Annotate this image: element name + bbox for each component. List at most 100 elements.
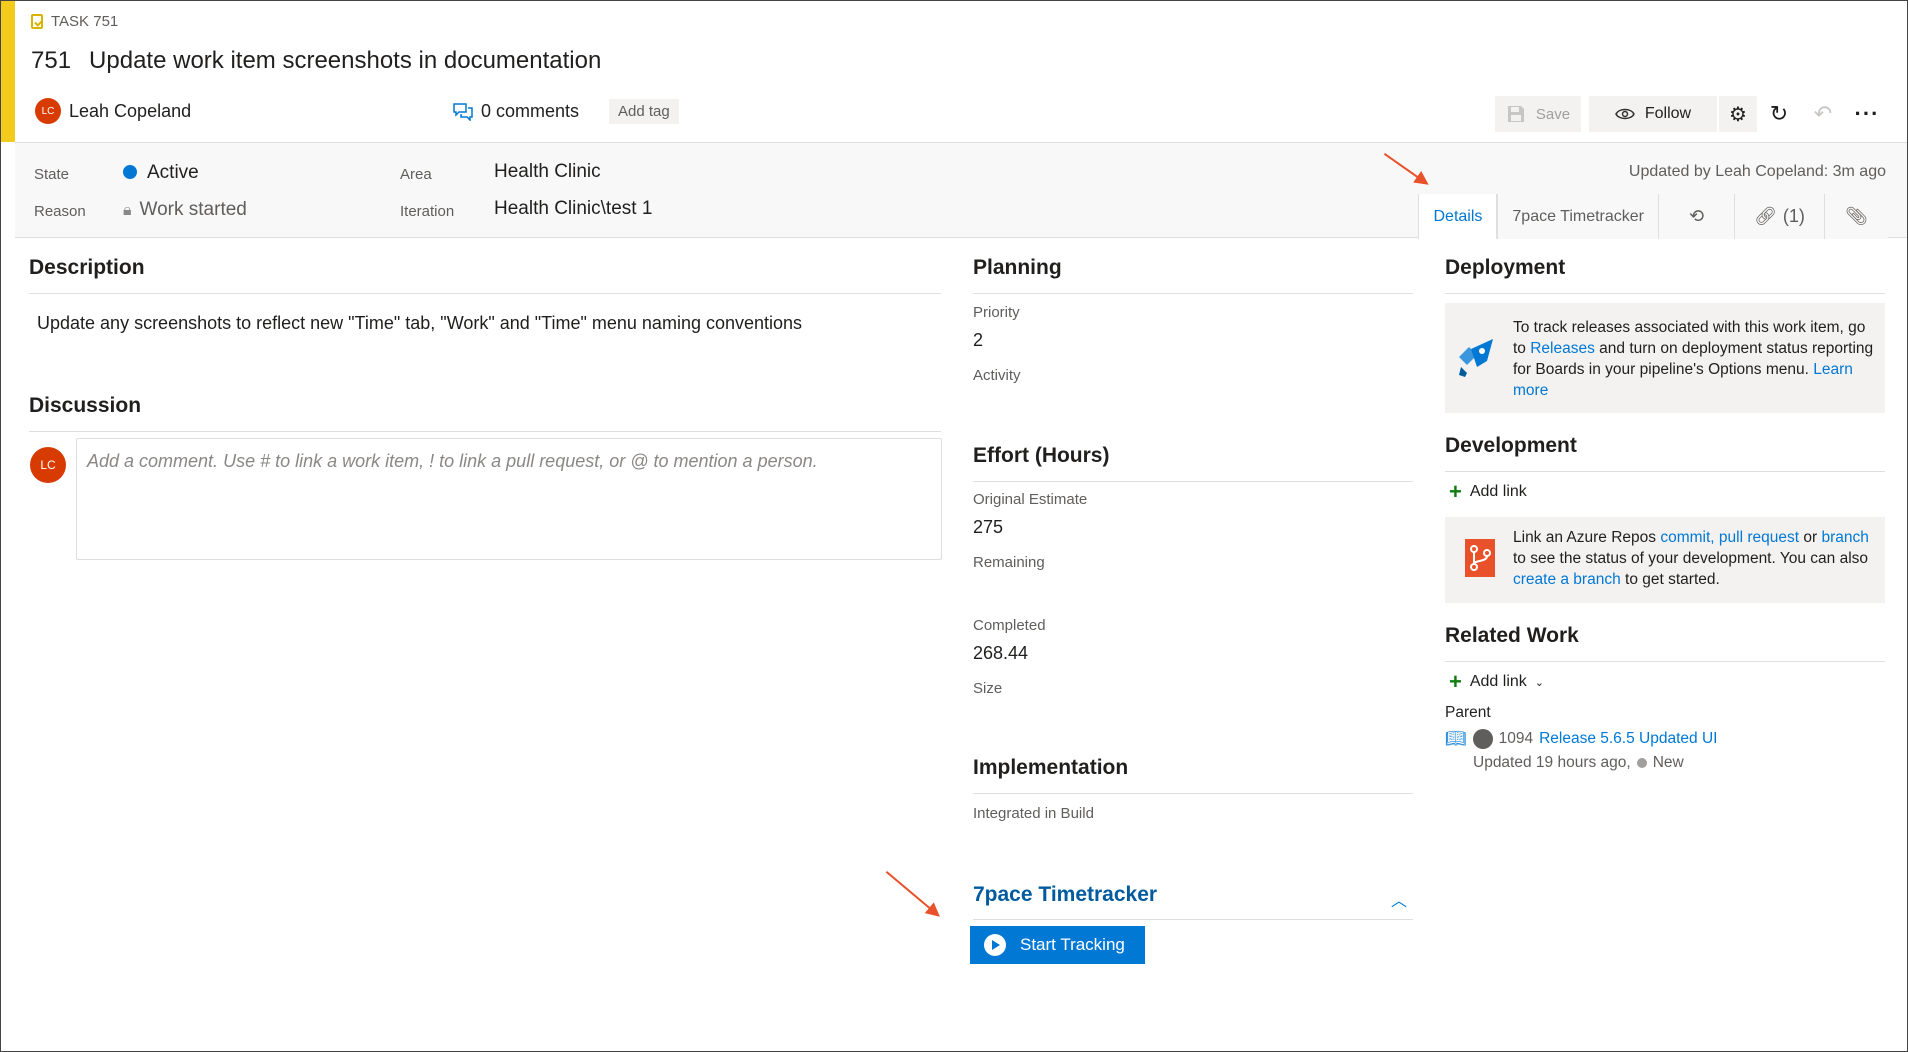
reason-label: Reason: [34, 203, 86, 220]
description-title: Description: [29, 256, 145, 279]
save-icon: [1507, 106, 1524, 122]
work-item-title-row: 751 Update work item screenshots in docu…: [31, 47, 601, 75]
description-text[interactable]: Update any screenshots to reflect new "T…: [37, 313, 802, 334]
refresh-button[interactable]: ↻: [1757, 96, 1801, 132]
fields-band: State Active Reason 🔒︎ Work started Area …: [15, 142, 1907, 239]
divider: [29, 431, 941, 432]
development-text-2: or: [1799, 529, 1822, 546]
state-label: State: [34, 166, 70, 183]
integrated-in-build-label: Integrated in Build: [973, 805, 1094, 822]
activity-label: Activity: [973, 367, 1021, 384]
parent-item: 📖︎ 1094 Release 5.6.5 Updated UI: [1445, 729, 1717, 749]
parent-id: 1094: [1498, 730, 1534, 747]
development-title: Development: [1445, 434, 1577, 457]
more-actions-button[interactable]: ···: [1845, 96, 1889, 132]
divider: [1445, 661, 1885, 662]
create-branch-link[interactable]: create a branch: [1513, 571, 1621, 588]
follow-label: Follow: [1644, 105, 1692, 122]
iteration-value[interactable]: Health Clinic\test 1: [494, 198, 652, 220]
assignee-name[interactable]: Leah Copeland: [69, 101, 191, 122]
work-item-id: 751: [31, 47, 72, 74]
avatar: LC: [30, 447, 66, 483]
save-button[interactable]: Save: [1495, 96, 1581, 132]
divider: [973, 293, 1413, 294]
save-label: Save: [1535, 105, 1571, 123]
pull-request-link[interactable]: pull request: [1719, 529, 1799, 546]
work-item-type-color-bar: [1, 1, 15, 142]
tab-bar: Details 7pace Timetracker ⟲ 🔗︎ (1) 📎︎: [1418, 194, 1888, 239]
comment-input[interactable]: Add a comment. Use # to link a work item…: [76, 438, 942, 560]
area-label: Area: [400, 166, 432, 183]
parent-updated: Updated 19 hours ago,: [1473, 754, 1631, 771]
follow-button[interactable]: Follow: [1589, 96, 1717, 132]
area-value[interactable]: Health Clinic: [494, 161, 601, 183]
divider: [973, 919, 1413, 920]
play-icon: [984, 934, 1006, 956]
deployment-text: To track releases associated with this w…: [1513, 317, 1875, 401]
task-icon: [31, 14, 43, 29]
gear-icon: ⚙: [1729, 103, 1747, 126]
related-add-link-button[interactable]: + Add link ⌄: [1449, 671, 1544, 693]
add-link-label: Add link: [1469, 483, 1527, 500]
history-icon: ⟲: [1688, 206, 1705, 226]
priority-value[interactable]: 2: [973, 330, 983, 351]
deployment-title: Deployment: [1445, 256, 1566, 279]
parent-title-link[interactable]: Release 5.6.5 Updated UI: [1539, 730, 1717, 748]
annotation-arrow: [885, 871, 940, 917]
settings-button[interactable]: ⚙: [1719, 96, 1757, 132]
book-icon: 📖︎: [1445, 729, 1467, 748]
state-value: Active: [147, 162, 199, 183]
plus-icon: +: [1449, 479, 1462, 504]
divider: [29, 293, 941, 294]
divider: [1445, 293, 1885, 294]
tab-attachments[interactable]: 📎︎: [1824, 194, 1888, 239]
add-tag-button[interactable]: Add tag: [609, 99, 679, 124]
priority-label: Priority: [973, 304, 1020, 321]
tab-details[interactable]: Details: [1418, 194, 1498, 239]
related-work-title: Related Work: [1445, 624, 1579, 647]
start-tracking-button[interactable]: Start Tracking: [970, 926, 1145, 964]
completed-value[interactable]: 268.44: [973, 643, 1028, 664]
updated-by[interactable]: Updated by Leah Copeland: 3m ago: [1629, 163, 1886, 181]
commit-link[interactable]: commit,: [1660, 529, 1714, 546]
iteration-label: Iteration: [400, 203, 455, 220]
reason-value: Work started: [139, 199, 247, 220]
links-count: (1): [1782, 206, 1805, 226]
chevron-down-icon: ⌄: [1534, 676, 1544, 689]
original-estimate-value[interactable]: 275: [973, 517, 1003, 538]
releases-link[interactable]: Releases: [1530, 340, 1595, 357]
work-item-title[interactable]: Update work item screenshots in document…: [89, 47, 601, 75]
more-icon: ···: [1854, 101, 1880, 126]
chevron-up-icon[interactable]: ︿: [1391, 887, 1407, 911]
work-item-form: TASK 751 751 Update work item screenshot…: [0, 0, 1908, 1052]
remaining-label: Remaining: [973, 554, 1045, 571]
start-tracking-label: Start Tracking: [1020, 935, 1125, 954]
effort-title: Effort (Hours): [973, 444, 1110, 467]
state-active-dot: [123, 165, 137, 179]
azure-pipelines-icon: [1459, 339, 1493, 377]
original-estimate-label: Original Estimate: [973, 491, 1088, 508]
divider: [973, 793, 1413, 794]
size-label: Size: [973, 680, 1003, 697]
parent-label: Parent: [1445, 704, 1491, 721]
discussion-title: Discussion: [29, 394, 142, 417]
avatar: LC: [35, 98, 61, 124]
comments-link[interactable]: 0 comments: [453, 101, 579, 122]
development-text-3: to see the status of your development. Y…: [1513, 550, 1869, 567]
comment-icon: [453, 102, 473, 121]
parent-meta: Updated 19 hours ago, New: [1473, 754, 1684, 772]
comments-count: 0 comments: [481, 101, 580, 121]
state-field[interactable]: Active: [123, 162, 199, 184]
assignee-field[interactable]: LC Leah Copeland: [35, 98, 191, 124]
tab-links[interactable]: 🔗︎ (1): [1734, 194, 1824, 239]
deployment-info: To track releases associated with this w…: [1445, 303, 1885, 413]
development-text-1: Link an Azure Repos: [1513, 529, 1661, 546]
undo-button[interactable]: ↶: [1801, 96, 1845, 132]
development-add-link-button[interactable]: + Add link: [1449, 479, 1527, 504]
add-link-label: Add link: [1469, 673, 1527, 690]
eye-icon: [1615, 108, 1635, 120]
tab-history[interactable]: ⟲: [1658, 194, 1734, 239]
branch-link[interactable]: branch: [1821, 529, 1868, 546]
tab-7pace-timetracker[interactable]: 7pace Timetracker: [1497, 194, 1658, 239]
timetracker-title[interactable]: 7pace Timetracker: [973, 883, 1157, 907]
